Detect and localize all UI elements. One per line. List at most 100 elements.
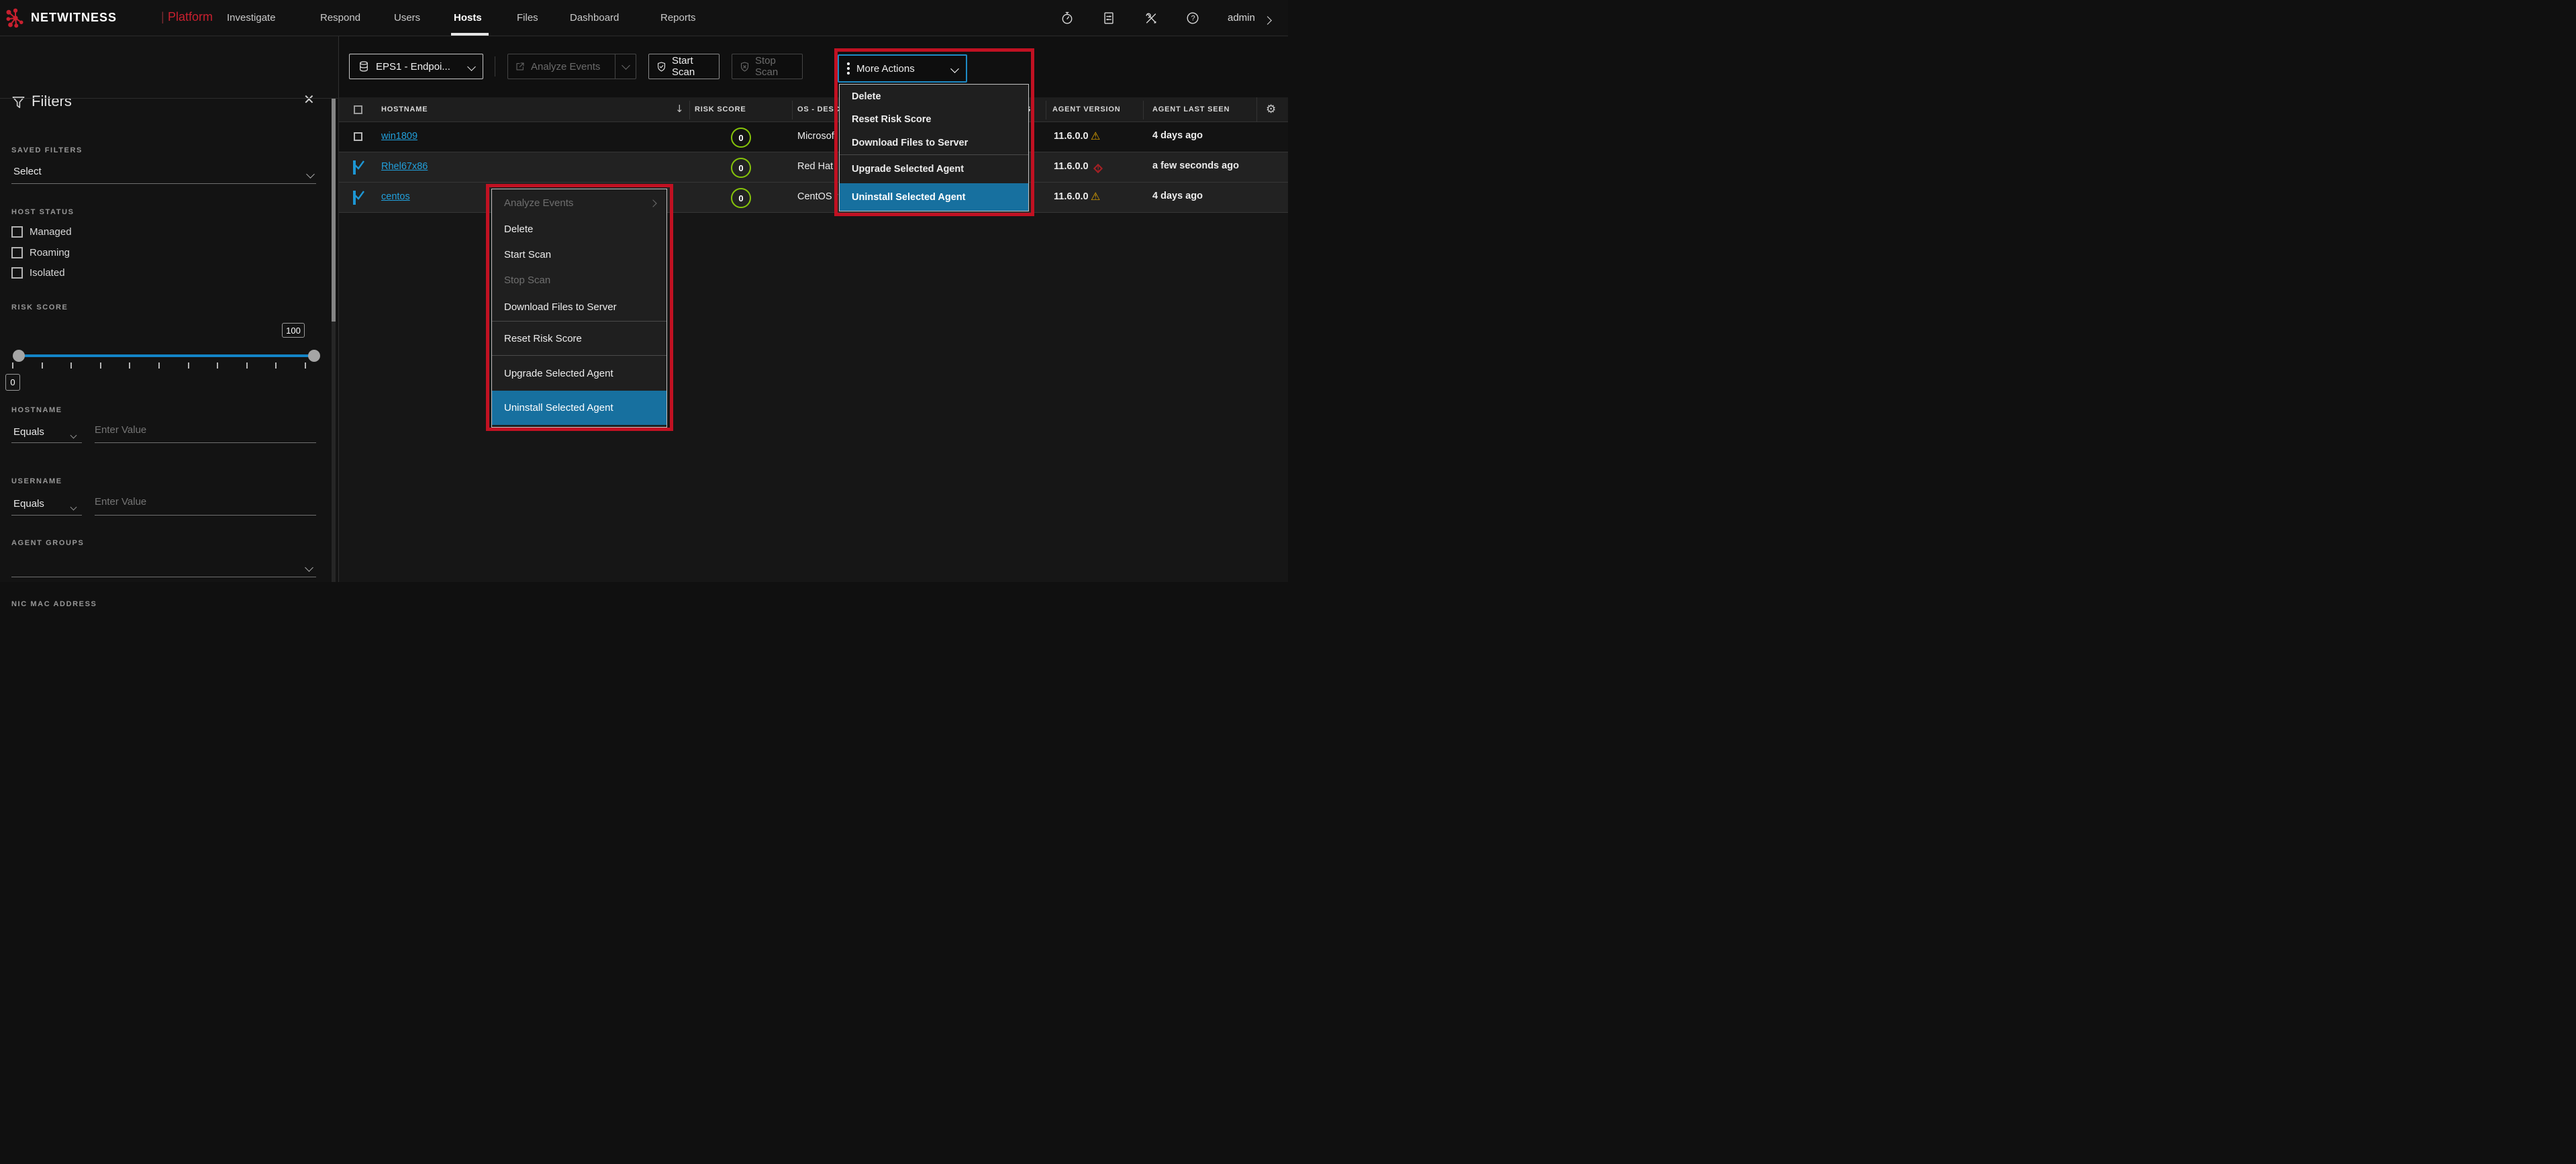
filters-header-divider bbox=[0, 98, 339, 99]
menu-item-download-files[interactable]: Download Files to Server bbox=[492, 293, 666, 321]
risk-score-max-value: 100 bbox=[282, 323, 305, 338]
checkbox-roaming[interactable]: Roaming bbox=[11, 247, 70, 258]
nav-item-reports[interactable]: Reports bbox=[660, 12, 696, 23]
last-seen-cell: a few seconds ago bbox=[1152, 160, 1239, 171]
user-menu-chevron-icon bbox=[1265, 15, 1271, 27]
row-checkbox-checked[interactable] bbox=[353, 191, 356, 205]
nav-item-users[interactable]: Users bbox=[394, 12, 420, 23]
menu-item-upgrade-agent[interactable]: Upgrade Selected Agent bbox=[492, 356, 666, 391]
nav-item-hosts[interactable]: Hosts bbox=[454, 12, 482, 23]
col-risk-score[interactable]: RISK SCORE bbox=[695, 105, 746, 113]
agent-groups-chevron-icon[interactable] bbox=[306, 562, 312, 574]
os-cell: Microsoft bbox=[797, 131, 837, 142]
service-selector-button[interactable]: EPS1 - Endpoi... bbox=[349, 54, 483, 79]
column-settings-gear-icon[interactable]: ⚙ bbox=[1266, 103, 1276, 116]
stopwatch-icon[interactable] bbox=[1060, 11, 1075, 26]
shield-x-icon bbox=[739, 61, 750, 72]
analyze-events-button[interactable]: Analyze Events bbox=[507, 54, 636, 79]
menu-item-uninstall-agent[interactable]: Uninstall Selected Agent bbox=[492, 391, 666, 425]
nav-item-respond[interactable]: Respond bbox=[320, 12, 360, 23]
username-value-input[interactable] bbox=[95, 496, 309, 507]
menu-item-reset-risk-score[interactable]: Reset Risk Score bbox=[840, 108, 1028, 131]
sort-desc-icon[interactable]: ↓ bbox=[675, 103, 684, 115]
agent-groups-label: AGENT GROUPS bbox=[11, 539, 84, 547]
slider-tick bbox=[42, 362, 43, 369]
menu-item-uninstall-agent[interactable]: Uninstall Selected Agent bbox=[840, 183, 1028, 211]
table-row[interactable]: win1809 0 Microsoft 11.6.0.0 ⚠ 4 days ag… bbox=[339, 122, 1288, 152]
user-menu[interactable]: admin bbox=[1228, 12, 1255, 23]
menu-item-stop-scan[interactable]: Stop Scan bbox=[492, 267, 666, 293]
hostname-link[interactable]: Rhel67x86 bbox=[381, 161, 428, 172]
slider-tick bbox=[12, 362, 13, 369]
slider-tick bbox=[246, 362, 248, 369]
risk-slider-handle-max[interactable] bbox=[308, 350, 320, 362]
hostname-operator-select[interactable]: Equals bbox=[13, 426, 44, 438]
analyze-events-label: Analyze Events bbox=[531, 61, 600, 72]
username-operator-chevron-icon[interactable] bbox=[71, 501, 76, 513]
hostname-link[interactable]: win1809 bbox=[381, 131, 417, 142]
hostname-value-input[interactable] bbox=[95, 424, 309, 436]
table-row[interactable]: Rhel67x86 0 Red Hat 11.6.0.0 ! a few sec… bbox=[339, 152, 1288, 183]
netwitness-logo-icon bbox=[5, 8, 26, 28]
service-selector-label: EPS1 - Endpoi... bbox=[376, 61, 450, 72]
svg-text:?: ? bbox=[1191, 15, 1195, 23]
checkbox-managed[interactable]: Managed bbox=[11, 226, 72, 238]
menu-item-start-scan[interactable]: Start Scan bbox=[492, 242, 666, 267]
host-status-label: HOST STATUS bbox=[11, 208, 75, 216]
select-all-checkbox[interactable] bbox=[354, 105, 362, 114]
help-icon[interactable]: ? bbox=[1185, 11, 1200, 26]
slider-tick bbox=[100, 362, 101, 369]
more-actions-menu: Delete Reset Risk Score Download Files t… bbox=[839, 84, 1029, 211]
last-seen-cell: 4 days ago bbox=[1152, 191, 1203, 201]
slider-tick bbox=[217, 362, 218, 369]
username-operator-select[interactable]: Equals bbox=[13, 498, 44, 510]
more-actions-button[interactable]: More Actions bbox=[838, 54, 967, 83]
nav-item-investigate[interactable]: Investigate bbox=[227, 12, 276, 23]
table-row[interactable]: centos 0 CentOS r 11.6.0.0 ⚠ 4 days ago bbox=[339, 183, 1288, 213]
os-cell: CentOS r bbox=[797, 191, 838, 202]
nav-item-files[interactable]: Files bbox=[517, 12, 538, 23]
more-actions-chevron-icon bbox=[952, 63, 958, 75]
menu-item-download-files[interactable]: Download Files to Server bbox=[840, 131, 1028, 154]
hostname-operator-chevron-icon[interactable] bbox=[71, 429, 76, 441]
checkbox-isolated[interactable]: Isolated bbox=[11, 267, 65, 279]
last-seen-cell: 4 days ago bbox=[1152, 130, 1203, 141]
table-empty-area bbox=[339, 213, 1288, 582]
menu-item-analyze-events[interactable]: Analyze Events bbox=[492, 189, 666, 216]
isolated-checkbox-icon[interactable] bbox=[11, 267, 23, 279]
analyze-events-icon bbox=[515, 61, 526, 72]
start-scan-button[interactable]: Start Scan bbox=[648, 54, 720, 79]
menu-item-reset-risk-score[interactable]: Reset Risk Score bbox=[492, 322, 666, 355]
nic-mac-address-label: NIC MAC ADDRESS bbox=[11, 600, 97, 608]
saved-filters-chevron-icon[interactable] bbox=[307, 168, 313, 181]
jobs-icon[interactable] bbox=[1101, 11, 1116, 26]
roaming-checkbox-icon[interactable] bbox=[11, 247, 23, 258]
risk-slider-track[interactable] bbox=[19, 354, 314, 357]
saved-filters-label: SAVED FILTERS bbox=[11, 146, 83, 154]
hostname-link[interactable]: centos bbox=[381, 191, 410, 202]
col-os-desc[interactable]: OS - DESC bbox=[797, 105, 840, 113]
brand-name: NETWITNESS bbox=[31, 11, 117, 25]
col-agent-version[interactable]: AGENT VERSION bbox=[1052, 105, 1120, 113]
risk-slider-handle-min[interactable] bbox=[13, 350, 25, 362]
stop-scan-button[interactable]: Stop Scan bbox=[732, 54, 803, 79]
nav-item-dashboard[interactable]: Dashboard bbox=[570, 12, 619, 23]
database-icon bbox=[358, 60, 370, 72]
slider-tick bbox=[275, 362, 277, 369]
sidebar-scrollbar-thumb[interactable] bbox=[332, 99, 336, 322]
row-checkbox-checked[interactable] bbox=[353, 160, 356, 175]
close-filters-icon[interactable]: ✕ bbox=[303, 91, 315, 108]
warning-triangle-icon: ⚠ bbox=[1091, 191, 1100, 202]
analyze-events-chevron[interactable] bbox=[615, 54, 636, 79]
col-agent-last-seen[interactable]: AGENT LAST SEEN bbox=[1152, 105, 1230, 113]
menu-item-upgrade-agent[interactable]: Upgrade Selected Agent bbox=[840, 155, 1028, 183]
managed-checkbox-icon[interactable] bbox=[11, 226, 23, 238]
menu-item-delete[interactable]: Delete bbox=[840, 85, 1028, 108]
service-chevron-icon bbox=[468, 61, 475, 72]
col-hostname[interactable]: HOSTNAME bbox=[381, 105, 428, 113]
row-checkbox[interactable] bbox=[354, 132, 362, 141]
saved-filters-select[interactable]: Select bbox=[13, 166, 42, 177]
brand-product: Platform bbox=[168, 10, 213, 24]
menu-item-delete[interactable]: Delete bbox=[492, 216, 666, 242]
admin-tools-icon[interactable] bbox=[1144, 11, 1158, 26]
